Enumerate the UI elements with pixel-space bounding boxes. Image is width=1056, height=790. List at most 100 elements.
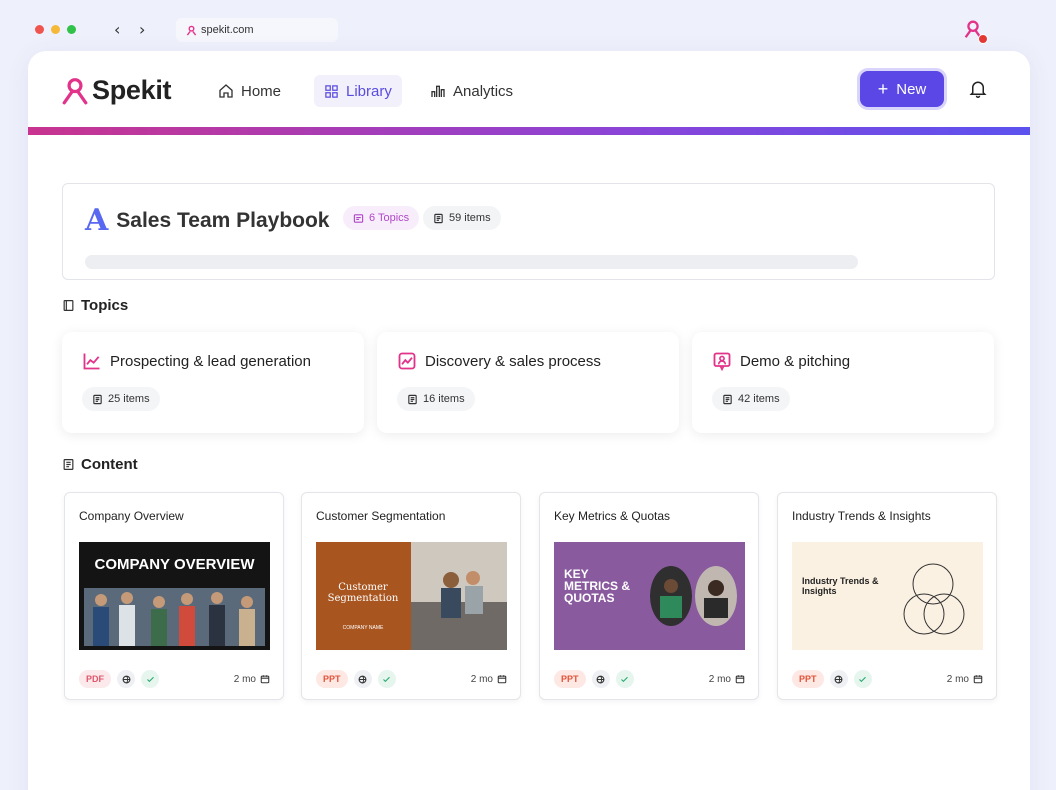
presenter-icon: [713, 352, 731, 371]
top-navigation: Spekit Home Library Analytics + New: [28, 51, 1030, 127]
topic-count: 16 items: [423, 393, 465, 405]
new-button[interactable]: + New: [860, 71, 944, 107]
topic-title: Demo & pitching: [740, 352, 851, 370]
topic-count: 25 items: [108, 393, 150, 405]
nav-analytics[interactable]: Analytics: [420, 75, 523, 107]
topic-title: Prospecting & lead generation: [110, 352, 311, 370]
content-thumbnail: COMPANY OVERVIEW: [79, 542, 270, 650]
content-thumbnail: Customer Segmentation COMPANY NAME: [316, 542, 507, 650]
file-type-badge: PDF: [79, 670, 111, 688]
content-age: 2 mo: [234, 674, 270, 685]
playbook-logo-icon: A: [85, 203, 109, 238]
bar-chart-icon: [431, 85, 445, 97]
content-title: Key Metrics & Quotas: [554, 509, 671, 523]
globe-icon: [117, 670, 135, 688]
spekit-logo-icon: [62, 77, 88, 104]
nav-library[interactable]: Library: [314, 75, 402, 107]
content-age-label: 2 mo: [708, 673, 731, 685]
forward-arrow-icon[interactable]: ›: [139, 20, 145, 39]
calendar-icon: [735, 675, 745, 684]
book-icon: [63, 300, 74, 311]
document-icon: [408, 394, 417, 404]
nav-library-label: Library: [346, 82, 392, 100]
brand-name: Spekit: [92, 75, 172, 105]
globe-icon: [353, 670, 372, 688]
calendar-icon: [497, 675, 507, 684]
content-card[interactable]: Customer Segmentation Customer Segmentat…: [301, 492, 521, 700]
back-arrow-icon[interactable]: ‹: [114, 20, 120, 39]
content-card[interactable]: Company Overview COMPANY OVERVIEW PDF 2 …: [64, 492, 284, 700]
topics-badge-label: 6 Topics: [369, 212, 410, 224]
topic-count: 42 items: [738, 393, 780, 405]
topics-heading-label: Topics: [81, 297, 129, 314]
file-type-badge: PPT: [316, 670, 348, 688]
content-age: 2 mo: [471, 674, 507, 685]
couple-photo-illustration: [411, 542, 507, 650]
browser-chrome: ‹ › spekit.com: [0, 0, 1056, 56]
nav-analytics-label: Analytics: [453, 82, 514, 100]
people-photo-illustration: [650, 566, 737, 626]
content-heading: Content: [62, 456, 138, 473]
content-age: 2 mo: [947, 674, 983, 685]
bell-icon[interactable]: [969, 79, 987, 99]
content-age-label: 2 mo: [470, 673, 493, 685]
playbook-progress-bar: [85, 255, 858, 269]
venn-diagram-illustration: [903, 563, 965, 635]
playbook-title: Sales Team Playbook: [116, 209, 330, 232]
playbook-header-card: A Sales Team Playbook 6 Topics 59 items: [62, 183, 995, 280]
spekit-logo[interactable]: Spekit: [62, 75, 172, 106]
new-button-label: New: [896, 80, 927, 98]
items-badge-label: 59 items: [449, 212, 491, 224]
content-title: Company Overview: [79, 509, 184, 523]
app-window: Spekit Home Library Analytics + New A Sa…: [28, 51, 1030, 790]
minimize-window-dot[interactable]: [51, 25, 60, 34]
document-icon: [723, 394, 732, 404]
content-title: Industry Trends & Insights: [792, 509, 931, 523]
topic-card[interactable]: Discovery & sales process 16 items: [377, 332, 679, 433]
gradient-divider: [28, 127, 1030, 135]
document-icon: [434, 213, 443, 223]
thumbnail-subheading: COMPANY NAME: [342, 625, 384, 631]
verified-check-icon: [853, 670, 872, 688]
content-age-label: 2 mo: [233, 673, 256, 685]
nav-home-label: Home: [241, 82, 282, 100]
grid-icon: [325, 84, 338, 98]
topic-title: Discovery & sales process: [425, 352, 601, 370]
verified-check-icon: [615, 670, 634, 688]
calendar-icon: [973, 675, 983, 684]
topic-card[interactable]: Demo & pitching 42 items: [692, 332, 994, 433]
nav-home[interactable]: Home: [208, 75, 291, 107]
globe-icon: [829, 670, 848, 688]
topics-heading: Topics: [62, 297, 128, 314]
trend-icon: [398, 352, 416, 370]
globe-icon: [591, 670, 610, 688]
document-icon: [93, 394, 102, 404]
team-photo-illustration: [84, 588, 265, 646]
content-heading-label: Content: [81, 456, 138, 473]
content-thumbnail: Industry Trends & Insights: [792, 542, 983, 650]
content-age-label: 2 mo: [946, 673, 969, 685]
content-title: Customer Segmentation: [316, 509, 446, 523]
chart-line-icon: [83, 353, 100, 370]
home-icon: [219, 84, 233, 98]
document-icon: [63, 459, 74, 470]
topics-icon: [353, 213, 364, 223]
file-type-badge: PPT: [792, 670, 824, 688]
plus-icon: +: [877, 79, 889, 99]
url-text: spekit.com: [201, 24, 254, 36]
spekit-extension-icon[interactable]: [962, 18, 988, 44]
maximize-window-dot[interactable]: [67, 25, 76, 34]
close-window-dot[interactable]: [35, 25, 44, 34]
url-bar[interactable]: spekit.com: [176, 18, 338, 42]
content-card[interactable]: Key Metrics & Quotas KEY METRICS & QUOTA…: [539, 492, 759, 700]
notification-dot: [978, 34, 988, 44]
thumbnail-heading: Customer Segmentation: [327, 582, 399, 604]
topics-badge[interactable]: 6 Topics: [343, 206, 420, 230]
content-age: 2 mo: [709, 674, 745, 685]
verified-check-icon: [377, 670, 396, 688]
verified-check-icon: [141, 670, 159, 688]
file-type-badge: PPT: [554, 670, 586, 688]
content-card[interactable]: Industry Trends & Insights Industry Tren…: [777, 492, 997, 700]
spekit-favicon-icon: [186, 25, 197, 35]
topic-card[interactable]: Prospecting & lead generation 25 items: [62, 332, 364, 433]
